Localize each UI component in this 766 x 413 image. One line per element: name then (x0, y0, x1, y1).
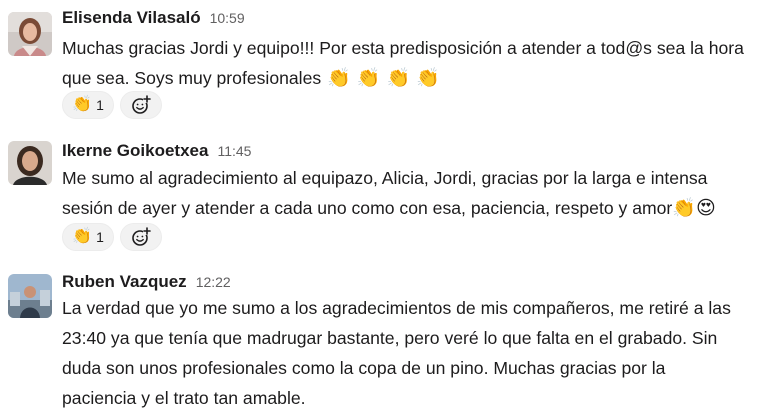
add-reaction-button[interactable] (120, 223, 162, 251)
clapping-hands-emoji: 👏 (72, 228, 93, 245)
clapping-hands-emoji: 👏 (327, 68, 351, 89)
message-text: Muchas gracias Jordi y equipo!!! Por est… (62, 33, 762, 93)
reaction-pill[interactable]: 👏 1 (62, 223, 114, 251)
timestamp[interactable]: 11:45 (217, 143, 251, 159)
text-line: 23:40 ya que tenía que madrugar bastante… (62, 328, 718, 348)
clapping-hands-emoji: 👏 (672, 198, 696, 219)
text-line: que sea. Soys muy profesionales (62, 68, 322, 88)
author-name[interactable]: Elisenda Vilasaló (62, 8, 201, 28)
reaction-pill[interactable]: 👏 1 (62, 91, 114, 119)
clapping-hands-emoji: 👏 (386, 68, 411, 89)
author-name[interactable]: Ruben Vazquez (62, 272, 187, 292)
clapping-hands-emoji: 👏 (416, 68, 440, 89)
clapping-hands-emoji: 👏 (72, 96, 93, 113)
text-line: sesión de ayer y atender a cada uno como… (62, 198, 673, 218)
avatar[interactable] (8, 12, 52, 56)
text-line: Me sumo al agradecimiento al equipazo, A… (62, 168, 708, 188)
reaction-count: 1 (96, 229, 104, 245)
avatar[interactable] (8, 141, 52, 185)
text-line: Muchas gracias Jordi y equipo!!! Por est… (62, 38, 744, 58)
author-name[interactable]: Ikerne Goikoetxea (62, 141, 208, 161)
text-line-with-emoji: que sea. Soys muy profesionales 👏 👏 👏 👏 (62, 63, 762, 93)
message: Elisenda Vilasaló 10:59 Muchas gracias J… (0, 8, 766, 124)
timestamp[interactable]: 12:22 (196, 274, 231, 290)
add-reaction-icon (132, 95, 151, 114)
clapping-hands-emoji: 👏 (356, 68, 381, 89)
reaction-bar: 👏 1 (62, 223, 162, 251)
avatar[interactable] (8, 274, 52, 318)
message-feed: Elisenda Vilasaló 10:59 Muchas gracias J… (0, 0, 766, 412)
message: Ruben Vazquez 12:22 La verdad que yo me … (0, 272, 766, 412)
message-header: Ikerne Goikoetxea 11:45 (62, 141, 251, 165)
message: Ikerne Goikoetxea 11:45 Me sumo al agrad… (0, 141, 766, 257)
text-line: duda son unos profesionales como la copa… (62, 358, 666, 378)
text-line-with-emoji: sesión de ayer y atender a cada uno como… (62, 193, 762, 223)
timestamp[interactable]: 10:59 (210, 10, 245, 26)
message-text: La verdad que yo me sumo a los agradecim… (62, 293, 762, 413)
heart-eyes-emoji: 😍 (695, 198, 716, 219)
message-text: Me sumo al agradecimiento al equipazo, A… (62, 163, 762, 223)
add-reaction-icon (132, 227, 151, 246)
reaction-count: 1 (96, 97, 104, 113)
add-reaction-button[interactable] (120, 91, 162, 119)
text-line: paciencia y el trato tan amable. (62, 388, 306, 408)
message-header: Elisenda Vilasaló 10:59 (62, 8, 245, 32)
reaction-bar: 👏 1 (62, 91, 162, 119)
text-line: La verdad que yo me sumo a los agradecim… (62, 298, 731, 318)
